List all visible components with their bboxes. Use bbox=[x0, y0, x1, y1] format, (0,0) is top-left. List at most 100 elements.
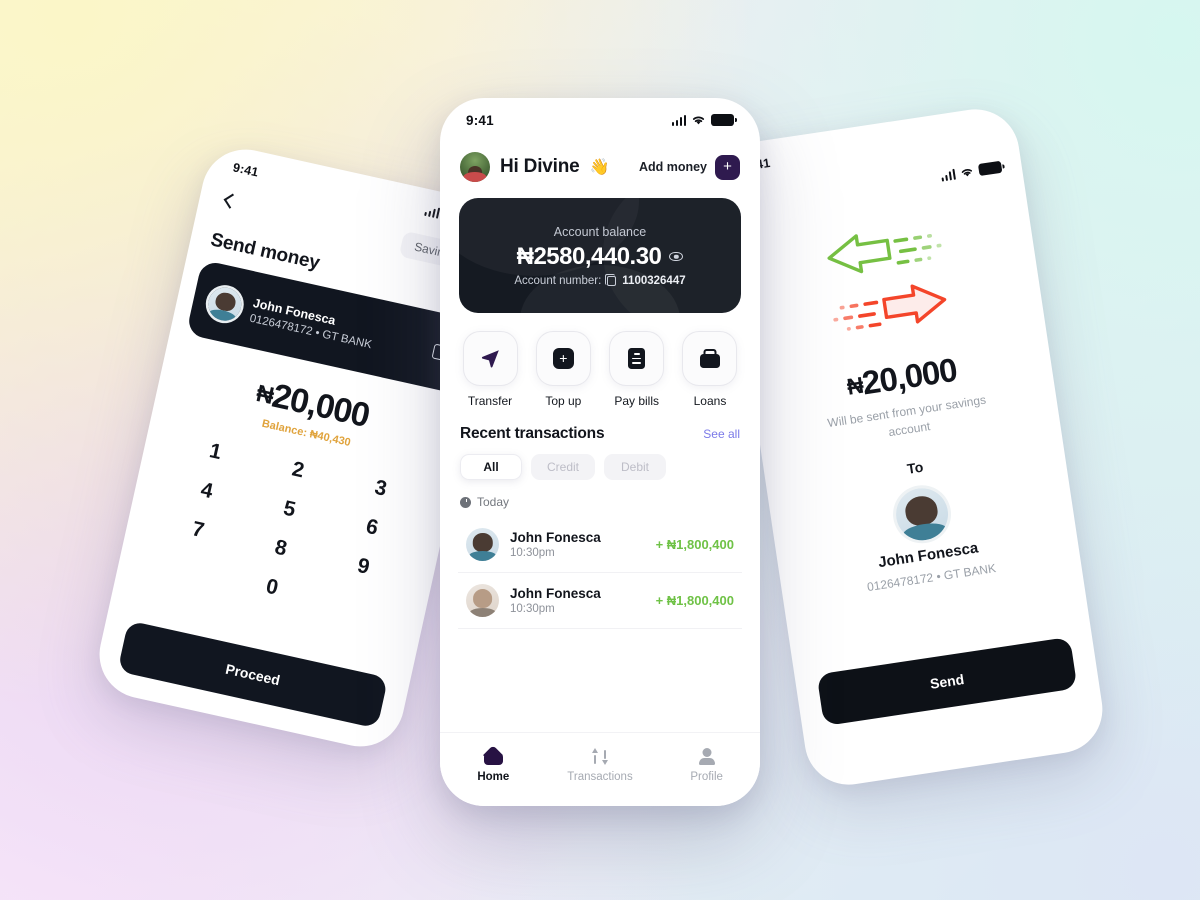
filter-credit[interactable]: Credit bbox=[531, 454, 596, 480]
status-time: 9:41 bbox=[466, 112, 494, 128]
nav-home[interactable]: Home bbox=[455, 748, 531, 783]
recent-transactions-header: Recent transactions See all bbox=[440, 408, 760, 443]
key-5[interactable]: 5 bbox=[245, 489, 333, 531]
action-topup[interactable]: + Top up bbox=[533, 331, 593, 408]
balance-label: Account balance bbox=[553, 224, 647, 239]
key-0[interactable]: 0 bbox=[228, 567, 316, 609]
key-9[interactable]: 9 bbox=[319, 546, 407, 588]
briefcase-icon bbox=[699, 349, 720, 368]
copy-icon[interactable] bbox=[605, 273, 617, 286]
account-number-label: Account number: bbox=[514, 274, 602, 287]
balance-amount: ₦2580,440.30 bbox=[517, 243, 662, 271]
quick-actions: Transfer + Top up Pay bills Loans bbox=[440, 313, 760, 408]
avatar bbox=[466, 584, 499, 617]
send-button[interactable]: Send bbox=[816, 636, 1078, 727]
battery-icon bbox=[977, 160, 1003, 176]
add-money-label: Add money bbox=[638, 160, 707, 174]
transaction-time: 10:30pm bbox=[510, 547, 555, 559]
table-row[interactable]: John Fonesca 10:30pm + ₦1,800,400 bbox=[458, 517, 742, 573]
action-transfer[interactable]: Transfer bbox=[460, 331, 520, 408]
greeting-text: Hi Divine bbox=[500, 156, 580, 177]
transaction-list: John Fonesca 10:30pm + ₦1,800,400 John F… bbox=[440, 509, 760, 629]
section-title: Recent transactions bbox=[460, 425, 605, 442]
eye-icon[interactable] bbox=[669, 252, 684, 261]
nav-profile[interactable]: Profile bbox=[669, 748, 745, 783]
battery-icon bbox=[711, 114, 737, 126]
balance-card: Account balance ₦2580,440.30 Account num… bbox=[459, 198, 741, 313]
action-tile: + bbox=[535, 331, 591, 386]
home-screen: 9:41 Hi Divine 👋 Add money + Account bal… bbox=[440, 98, 760, 806]
avatar bbox=[205, 283, 245, 324]
balance-amount-row: ₦2580,440.30 bbox=[517, 243, 684, 271]
action-tile bbox=[462, 331, 518, 386]
key-2[interactable]: 2 bbox=[254, 450, 342, 492]
chevron-left-icon[interactable] bbox=[218, 190, 239, 211]
filter-all[interactable]: All bbox=[460, 454, 522, 480]
key-6[interactable]: 6 bbox=[328, 507, 416, 549]
wifi-icon bbox=[961, 168, 972, 176]
bottom-navigation: Home Transactions Profile bbox=[440, 732, 760, 806]
action-tile bbox=[609, 331, 665, 386]
action-loans[interactable]: Loans bbox=[680, 331, 740, 408]
see-all-link[interactable]: See all bbox=[703, 427, 740, 441]
status-bar: 9:41 bbox=[440, 98, 760, 142]
transaction-info: John Fonesca 10:30pm bbox=[510, 530, 645, 559]
key-8[interactable]: 8 bbox=[237, 528, 325, 570]
transfer-arrows-icon bbox=[590, 748, 610, 765]
greeting-left: Hi Divine 👋 bbox=[460, 152, 609, 182]
signal-icon bbox=[671, 114, 686, 126]
transaction-info: John Fonesca 10:30pm bbox=[510, 586, 645, 615]
document-icon bbox=[628, 348, 646, 369]
filter-debit[interactable]: Debit bbox=[604, 454, 667, 480]
greeting-row: Hi Divine 👋 Add money + bbox=[440, 142, 760, 182]
account-number-row: Account number: 1100326447 bbox=[514, 273, 686, 287]
action-label: Pay bills bbox=[614, 394, 659, 408]
day-label-text: Today bbox=[477, 495, 510, 509]
key-blank-left bbox=[145, 548, 233, 590]
nav-label: Home bbox=[477, 771, 510, 783]
key-1[interactable]: 1 bbox=[171, 431, 259, 473]
add-money-button[interactable]: Add money + bbox=[638, 154, 740, 180]
action-label: Loans bbox=[693, 394, 727, 408]
wave-icon: 👋 bbox=[589, 159, 610, 176]
key-blank-right bbox=[311, 585, 399, 627]
person-icon bbox=[698, 748, 715, 765]
phone-home: 9:41 Hi Divine 👋 Add money + Account bal… bbox=[440, 98, 760, 806]
avatar bbox=[892, 484, 952, 544]
avatar bbox=[466, 528, 499, 561]
table-row[interactable]: John Fonesca 10:30pm + ₦1,800,400 bbox=[458, 573, 742, 629]
action-label: Transfer bbox=[467, 394, 513, 408]
transaction-name: John Fonesca bbox=[510, 530, 601, 545]
key-4[interactable]: 4 bbox=[163, 470, 251, 512]
action-paybills[interactable]: Pay bills bbox=[607, 331, 667, 408]
transaction-amount: + ₦1,800,400 bbox=[655, 593, 734, 608]
nav-label: Profile bbox=[690, 771, 723, 783]
send-plane-icon bbox=[481, 350, 499, 368]
transaction-time: 10:30pm bbox=[510, 603, 555, 615]
action-label: Top up bbox=[545, 394, 582, 408]
transaction-amount: + ₦1,800,400 bbox=[655, 537, 734, 552]
home-icon bbox=[483, 748, 503, 765]
user-avatar[interactable] bbox=[460, 152, 490, 182]
transaction-name: John Fonesca bbox=[510, 586, 601, 601]
plus-square-icon: + bbox=[552, 348, 574, 369]
status-icons bbox=[671, 114, 737, 126]
nav-label: Transactions bbox=[567, 771, 633, 783]
clock-icon bbox=[460, 496, 471, 508]
wifi-icon bbox=[692, 116, 705, 125]
balance-number: 2580,440.30 bbox=[533, 242, 662, 270]
status-time: 9:41 bbox=[231, 160, 260, 180]
day-group-label: Today bbox=[440, 480, 760, 509]
plus-icon[interactable]: + bbox=[715, 154, 740, 180]
account-number-value: 1100326447 bbox=[622, 274, 686, 287]
amount-number: 20,000 bbox=[859, 350, 959, 402]
currency-symbol: ₦ bbox=[516, 242, 534, 270]
nav-transactions[interactable]: Transactions bbox=[562, 748, 638, 783]
signal-icon bbox=[940, 168, 956, 182]
filter-chips: All Credit Debit bbox=[440, 443, 760, 480]
key-7[interactable]: 7 bbox=[154, 509, 242, 551]
signal-icon bbox=[423, 204, 441, 219]
key-3[interactable]: 3 bbox=[337, 468, 425, 510]
recipient-info: John Fonesca 0126478172 • GT BANK bbox=[249, 295, 377, 350]
action-tile bbox=[682, 331, 738, 386]
